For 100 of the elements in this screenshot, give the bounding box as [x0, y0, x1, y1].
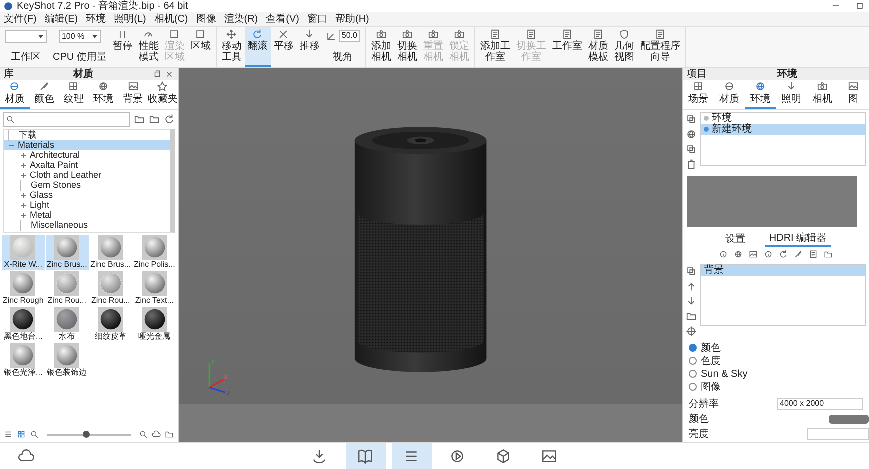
cloud-icon: [18, 448, 34, 464]
target-icon: [686, 326, 697, 337]
material-thumbnail[interactable]: Zinc Polis...: [133, 235, 176, 270]
toolbar-button[interactable]: 性能模式: [136, 27, 162, 67]
square-icon: [195, 29, 206, 40]
tree-item[interactable]: Axalta Paint: [4, 160, 170, 170]
menu-item[interactable]: 窗口: [307, 12, 328, 26]
toolbar-button[interactable]: 材质模板: [585, 27, 612, 67]
brush-icon: [794, 250, 803, 259]
environment-item[interactable]: 环境: [701, 113, 865, 124]
folder-icon: [149, 114, 160, 125]
editor-tab[interactable]: 设置: [721, 231, 750, 247]
tree-item[interactable]: Light: [4, 200, 170, 210]
toolbar-button[interactable]: 几何视图: [611, 27, 638, 67]
material-thumbnail[interactable]: 细纹皮革: [90, 307, 132, 342]
info-icon: [764, 250, 773, 259]
menu-item[interactable]: 环境: [86, 12, 106, 26]
material-thumbnail[interactable]: 水布: [46, 307, 88, 342]
menu-item[interactable]: 图像: [196, 12, 216, 26]
material-thumbnail[interactable]: Zinc Rou...: [46, 271, 88, 306]
material-thumbnail[interactable]: Zinc Text...: [133, 271, 176, 306]
library-tab[interactable]: 纹理: [59, 80, 89, 109]
menu-item[interactable]: 渲染(R): [224, 12, 258, 26]
layer-item[interactable]: 背景: [701, 265, 865, 276]
toolbar-button[interactable]: 添加相机: [368, 27, 394, 67]
project-tab[interactable]: 场景: [683, 80, 714, 109]
material-thumbnail[interactable]: Zinc Brus...: [90, 235, 132, 270]
rotate-icon: [252, 29, 264, 40]
project-tab[interactable]: 照明: [776, 80, 807, 109]
bottom-toolbar-button[interactable]: [346, 443, 386, 469]
document-icon: [526, 29, 537, 40]
material-thumbnail[interactable]: 哑光金属: [133, 307, 176, 342]
material-thumbnail[interactable]: Zinc Brus...: [46, 235, 88, 270]
project-tab[interactable]: 环境: [745, 80, 776, 109]
panel-label: 库: [4, 68, 14, 81]
material-thumbnail[interactable]: 银色装饰边: [46, 343, 88, 378]
tree-item[interactable]: Miscellaneous: [4, 220, 170, 230]
menu-item[interactable]: 照明(L): [114, 12, 146, 26]
library-tab[interactable]: 颜色: [30, 80, 60, 109]
radio-option[interactable]: 图像: [689, 381, 863, 393]
tree-item[interactable]: Architectural: [4, 150, 170, 160]
toolbar-button[interactable]: 移动工具: [218, 27, 245, 67]
library-tab[interactable]: 收藏夹: [148, 80, 178, 109]
camera-icon: [454, 29, 465, 40]
toolbar-button[interactable]: 配置程序向导: [637, 27, 684, 67]
material-thumbnail[interactable]: 银色光泽...: [2, 343, 45, 378]
toolbar-button[interactable]: 平移: [270, 27, 297, 67]
toolbar-button[interactable]: 区域: [188, 27, 214, 67]
search-field[interactable]: [3, 112, 130, 127]
project-tab[interactable]: 相机: [807, 80, 838, 109]
radio-option[interactable]: 颜色: [689, 342, 863, 354]
library-tab[interactable]: 环境: [88, 80, 118, 109]
document-icon: [592, 29, 604, 40]
tree-item[interactable]: Glass: [4, 190, 170, 200]
tree-item[interactable]: Gem Stones: [4, 180, 170, 190]
menu-item[interactable]: 编辑(E): [44, 12, 78, 26]
angle-field[interactable]: 50.0: [338, 30, 360, 42]
expand-icon[interactable]: [20, 172, 27, 178]
material-thumbnail[interactable]: X-Rite W...: [2, 235, 45, 270]
material-thumbnail[interactable]: Zinc Rou...: [90, 271, 132, 306]
bottom-toolbar-button[interactable]: [392, 443, 432, 469]
expand-icon[interactable]: [20, 192, 27, 198]
expand-icon[interactable]: [20, 162, 27, 168]
move-arrows-icon: [226, 29, 238, 40]
material-thumbnail[interactable]: Zinc Rough: [2, 271, 45, 306]
radio-option[interactable]: 色度: [689, 355, 863, 367]
expand-icon[interactable]: [20, 202, 27, 208]
copy-icon: [686, 266, 697, 277]
tree-item[interactable]: Metal: [4, 210, 170, 220]
toolbar-button[interactable]: 翻滚: [244, 27, 271, 67]
expand-icon[interactable]: [20, 212, 27, 218]
menu-item[interactable]: 帮助(H): [335, 12, 370, 26]
brightness-field[interactable]: [807, 428, 869, 440]
menu-item[interactable]: 文件(F): [4, 12, 37, 26]
menu-item[interactable]: 相机(C): [154, 12, 188, 26]
tree-item[interactable]: Cloth and Leather: [4, 170, 170, 180]
library-tab[interactable]: 材质: [0, 80, 30, 109]
camera-icon: [428, 29, 439, 40]
slider-handle[interactable]: [83, 430, 90, 438]
toolbar-button[interactable]: 工作室: [549, 27, 586, 67]
project-tab[interactable]: 图: [838, 80, 869, 109]
toolbar-button[interactable]: 添加工作室: [477, 27, 514, 67]
resolution-field[interactable]: 4000 x 2000: [777, 398, 863, 410]
environment-item[interactable]: 新建环境: [701, 124, 865, 135]
book-icon: [357, 448, 374, 464]
tree-item[interactable]: Materials: [4, 140, 170, 150]
toolbar-button[interactable]: 暂停: [110, 27, 136, 67]
document-icon: [809, 250, 818, 259]
dropdown[interactable]: 100 %: [58, 30, 101, 43]
color-swatch[interactable]: [829, 414, 869, 424]
library-tab[interactable]: 背景: [118, 80, 148, 109]
radio-option[interactable]: Sun & Sky: [689, 368, 863, 380]
material-thumbnail[interactable]: 黑色地台...: [2, 307, 45, 342]
project-tab[interactable]: 材质: [714, 80, 745, 109]
expand-icon[interactable]: [20, 152, 27, 158]
toolbar-button[interactable]: 推移: [296, 27, 323, 67]
maximize-icon[interactable]: [855, 1, 865, 11]
menu-item[interactable]: 查看(V): [266, 12, 300, 26]
toolbar-button[interactable]: 切换相机: [394, 27, 420, 67]
editor-tab[interactable]: HDRI 编辑器: [765, 231, 831, 247]
